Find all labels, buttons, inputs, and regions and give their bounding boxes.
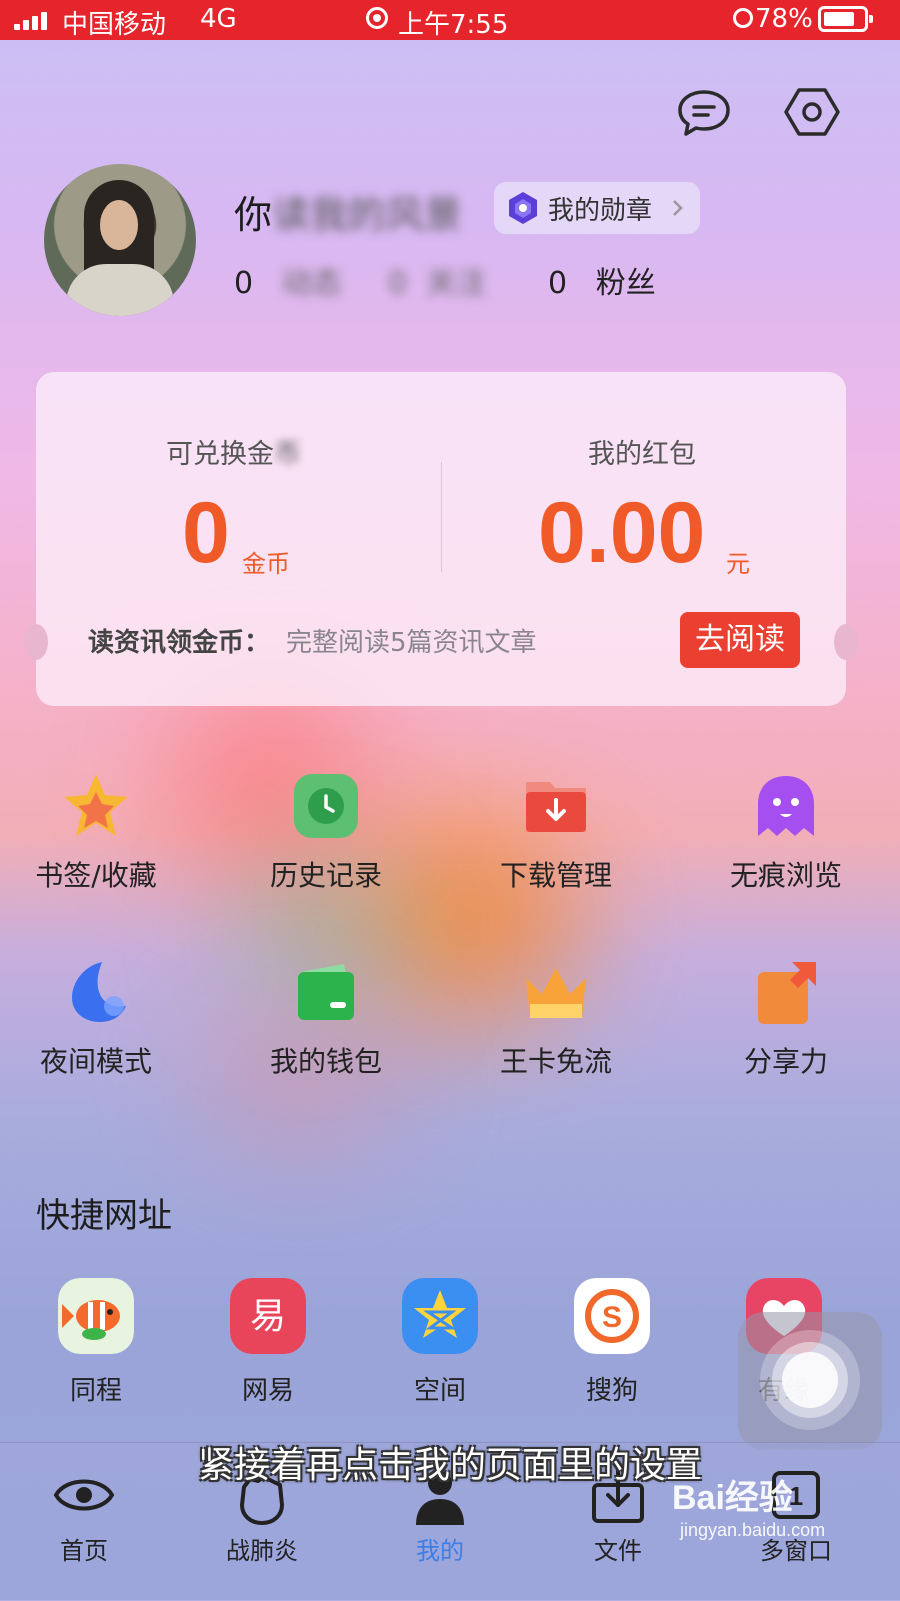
following-stat[interactable]: 0 关注	[388, 258, 486, 302]
menu-label: 分享力	[743, 1045, 828, 1078]
my-medals-label: 我的勋章	[548, 196, 653, 226]
quick-link-qzone[interactable]: 空间	[380, 1278, 500, 1408]
user-name-blurred: 读我的风景	[272, 193, 463, 237]
menu-label: 书签/收藏	[35, 859, 157, 892]
menu-item-bookmarks[interactable]: 书签/收藏	[6, 772, 186, 902]
quick-link-label: 网易	[241, 1376, 294, 1406]
quick-link-label: 同程	[69, 1376, 122, 1406]
battery-percent: 78%	[755, 4, 813, 34]
ghost-icon	[758, 776, 814, 836]
quick-link-label: 搜狗	[585, 1376, 638, 1406]
coins-value[interactable]: 0	[182, 484, 230, 583]
menu-item-wallet[interactable]: 我的钱包	[236, 958, 416, 1088]
menu-label: 夜间模式	[39, 1045, 152, 1078]
coins-unit: 金币	[242, 550, 290, 578]
rotation-lock-icon	[733, 8, 753, 28]
my-medals-button[interactable]: 我的勋章	[494, 182, 700, 234]
wallet-icon	[298, 964, 354, 1020]
moon-icon	[72, 962, 126, 1022]
star-icon	[64, 774, 128, 836]
red-packet-label: 我的红包	[588, 439, 696, 470]
user-name-visible: 你	[234, 193, 273, 237]
menu-label: 无痕浏览	[729, 859, 842, 892]
menu-item-king-card[interactable]: 王卡免流	[466, 958, 646, 1088]
share-gift-icon	[758, 962, 816, 1024]
card-notch-right	[834, 624, 858, 660]
assistive-touch-button[interactable]	[738, 1312, 882, 1450]
battery-icon	[818, 6, 873, 32]
svg-text:S: S	[602, 1301, 622, 1334]
user-name[interactable]: 你读我的风景	[234, 184, 462, 239]
tongcheng-fish-icon	[58, 1278, 134, 1354]
menu-label: 历史记录	[269, 859, 382, 892]
menu-label: 下载管理	[499, 859, 612, 892]
qzone-star-icon	[402, 1278, 478, 1354]
following-label: 关注	[426, 266, 487, 301]
card-divider	[441, 462, 442, 572]
menu-label: 我的钱包	[269, 1045, 382, 1078]
watermark-brand: Bai经验	[672, 1479, 793, 1517]
quick-link-sogou[interactable]: S 搜狗	[552, 1278, 672, 1408]
coins-label-text: 可兑换金	[166, 439, 274, 470]
nav-label: 我的	[416, 1537, 464, 1565]
followers-stat[interactable]: 0 粉丝	[548, 258, 656, 302]
menu-item-downloads[interactable]: 下载管理	[466, 772, 646, 902]
nav-label: 首页	[60, 1537, 108, 1565]
posts-stat[interactable]: 0 动态	[234, 258, 342, 302]
medal-icon	[509, 192, 537, 224]
followers-label: 粉丝	[595, 266, 656, 301]
netease-icon: 易	[230, 1278, 306, 1354]
menu-item-share-power[interactable]: 分享力	[696, 958, 876, 1088]
baidu-jingyan-watermark: Bai经验 jingyan.baidu.com	[672, 1470, 872, 1560]
crown-icon	[526, 968, 586, 1018]
signal-icon	[14, 12, 50, 30]
chevron-right-icon	[673, 200, 683, 216]
menu-label: 王卡免流	[499, 1045, 612, 1078]
status-bar: 中国移动 4G 上午7:55 78%	[0, 0, 900, 40]
menu-item-incognito[interactable]: 无痕浏览	[696, 772, 876, 902]
coins-label: 可兑换金币	[166, 432, 301, 471]
quick-link-netease[interactable]: 易 网易	[208, 1278, 328, 1408]
quick-link-tongcheng[interactable]: 同程	[36, 1278, 156, 1408]
clock-icon	[294, 774, 358, 838]
status-time: 上午7:55	[398, 10, 509, 40]
task-description: 完整阅读5篇资讯文章	[286, 628, 537, 658]
quick-links-title: 快捷网址	[36, 1196, 172, 1236]
network-type: 4G	[200, 4, 237, 34]
red-packet-unit: 元	[726, 550, 750, 578]
menu-item-history[interactable]: 历史记录	[236, 772, 416, 902]
svg-text:易: 易	[250, 1296, 286, 1337]
posts-label: 动态	[281, 266, 342, 301]
avatar[interactable]	[44, 164, 196, 316]
task-label: 读资讯领金币：	[88, 628, 271, 658]
nav-label: 文件	[594, 1537, 642, 1565]
menu-item-night-mode[interactable]: 夜间模式	[6, 958, 186, 1088]
settings-icon[interactable]	[782, 82, 842, 142]
screen-record-icon	[366, 7, 388, 29]
download-folder-icon	[526, 782, 586, 832]
posts-count: 0	[234, 266, 254, 301]
carrier-name: 中国移动	[62, 10, 167, 40]
nav-label: 战肺炎	[226, 1537, 298, 1565]
red-packet-value[interactable]: 0.00	[538, 484, 705, 583]
watermark-url: jingyan.baidu.com	[680, 1520, 826, 1540]
coin-card: 可兑换金币 0 金币 我的红包 0.00 元 读资讯领金币： 完整阅读5篇资讯文…	[24, 372, 858, 706]
sogou-icon: S	[574, 1278, 650, 1354]
quick-link-label: 空间	[413, 1376, 466, 1406]
followers-count: 0	[548, 266, 568, 301]
go-read-button[interactable]: 去阅读	[680, 612, 800, 668]
coins-label-blurred: 币	[274, 439, 301, 470]
following-count: 0	[388, 266, 408, 301]
message-icon[interactable]	[674, 82, 734, 142]
card-notch-left	[24, 624, 48, 660]
